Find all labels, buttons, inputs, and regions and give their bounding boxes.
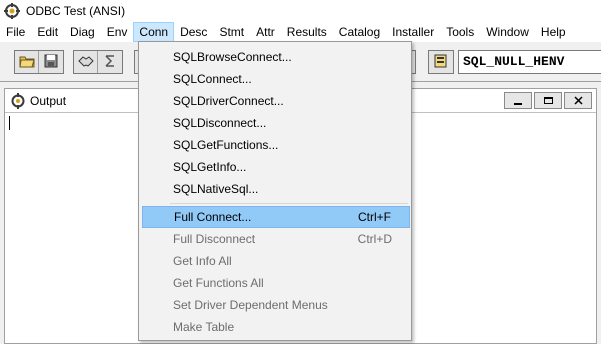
menu-item-label: Set Driver Dependent Menus <box>173 298 328 312</box>
menu-item-label: SQLDriverConnect... <box>173 94 284 108</box>
menu-bar: File Edit Diag Env Conn Desc Stmt Attr R… <box>0 22 601 42</box>
output-window-icon <box>10 92 26 109</box>
menu-installer[interactable]: Installer <box>386 22 440 42</box>
menu-item-sqldriverconnect[interactable]: SQLDriverConnect... <box>142 90 410 112</box>
save-disk-icon <box>44 54 58 71</box>
menu-desc[interactable]: Desc <box>174 22 213 42</box>
toolbar-group-handle <box>428 50 454 74</box>
handle-list-icon <box>433 53 449 72</box>
menu-item-label: Get Info All <box>173 254 232 268</box>
menu-file[interactable]: File <box>0 22 31 42</box>
close-icon <box>573 94 583 108</box>
handshake-icon <box>77 54 94 71</box>
menu-conn[interactable]: Conn <box>133 22 175 42</box>
menu-item-sqlgetfunctions[interactable]: SQLGetFunctions... <box>142 134 410 156</box>
open-folder-button[interactable] <box>15 51 39 73</box>
menu-item-shortcut: Ctrl+F <box>358 210 391 224</box>
menu-item-sqldisconnect[interactable]: SQLDisconnect... <box>142 112 410 134</box>
menu-catalog[interactable]: Catalog <box>333 22 386 42</box>
menu-item-label: Get Functions All <box>173 276 264 290</box>
window-title: ODBC Test (ANSI) <box>26 4 126 18</box>
menu-item-full-disconnect[interactable]: Full Disconnect Ctrl+D <box>142 228 410 250</box>
menu-item-label: SQLBrowseConnect... <box>173 50 292 64</box>
menu-diag[interactable]: Diag <box>64 22 101 42</box>
menu-item-label: Full Connect... <box>174 210 252 224</box>
close-button[interactable] <box>564 92 592 109</box>
toolbar-group-connect <box>73 50 123 74</box>
menu-item-full-connect[interactable]: Full Connect... Ctrl+F <box>142 206 410 228</box>
maximize-button[interactable] <box>534 92 562 109</box>
odbc-app-icon <box>4 3 20 19</box>
menu-item-label: SQLGetFunctions... <box>173 138 279 152</box>
menu-item-label: SQLDisconnect... <box>173 116 267 130</box>
disconnect-icon <box>103 54 117 71</box>
menu-item-label: SQLNativeSql... <box>173 182 259 196</box>
menu-item-label: Make Table <box>173 320 235 334</box>
menu-item-set-driver-dependent-menus[interactable]: Set Driver Dependent Menus <box>142 294 410 316</box>
minimize-button[interactable] <box>504 92 532 109</box>
minimize-icon <box>514 102 522 105</box>
open-folder-icon <box>18 54 35 71</box>
menu-item-get-info-all[interactable]: Get Info All <box>142 250 410 272</box>
menu-separator <box>170 203 408 204</box>
toolbar-group-file <box>14 50 64 74</box>
menu-item-label: SQLGetInfo... <box>173 160 247 174</box>
menu-item-make-table[interactable]: Make Table <box>142 316 410 338</box>
menu-window[interactable]: Window <box>480 22 535 42</box>
menu-edit[interactable]: Edit <box>31 22 64 42</box>
menu-item-label: Full Disconnect <box>173 232 256 246</box>
menu-tools[interactable]: Tools <box>440 22 480 42</box>
conn-dropdown-menu: SQLBrowseConnect... SQLConnect... SQLDri… <box>138 41 412 341</box>
handle-list-button[interactable] <box>429 51 453 73</box>
menu-item-get-functions-all[interactable]: Get Functions All <box>142 272 410 294</box>
menu-item-shortcut: Ctrl+D <box>357 232 392 246</box>
menu-help[interactable]: Help <box>535 22 572 42</box>
title-bar: ODBC Test (ANSI) <box>0 0 601 22</box>
connect-button[interactable] <box>74 51 98 73</box>
maximize-icon <box>543 97 553 104</box>
output-window-controls <box>504 92 592 109</box>
menu-item-sqlconnect[interactable]: SQLConnect... <box>142 68 410 90</box>
menu-stmt[interactable]: Stmt <box>213 22 250 42</box>
save-button[interactable] <box>39 51 63 73</box>
text-caret <box>9 116 10 130</box>
menu-results[interactable]: Results <box>281 22 333 42</box>
output-title: Output <box>30 93 67 108</box>
menu-env[interactable]: Env <box>101 22 134 42</box>
menu-item-sqlgetinfo[interactable]: SQLGetInfo... <box>142 156 410 178</box>
handle-selector-field[interactable]: SQL_NULL_HENV <box>458 50 601 74</box>
menu-item-label: SQLConnect... <box>173 72 252 86</box>
menu-attr[interactable]: Attr <box>250 22 281 42</box>
menu-item-sqlnativesql[interactable]: SQLNativeSql... <box>142 178 410 200</box>
menu-item-sqlbrowseconnect[interactable]: SQLBrowseConnect... <box>142 46 410 68</box>
disconnect-button[interactable] <box>98 51 122 73</box>
